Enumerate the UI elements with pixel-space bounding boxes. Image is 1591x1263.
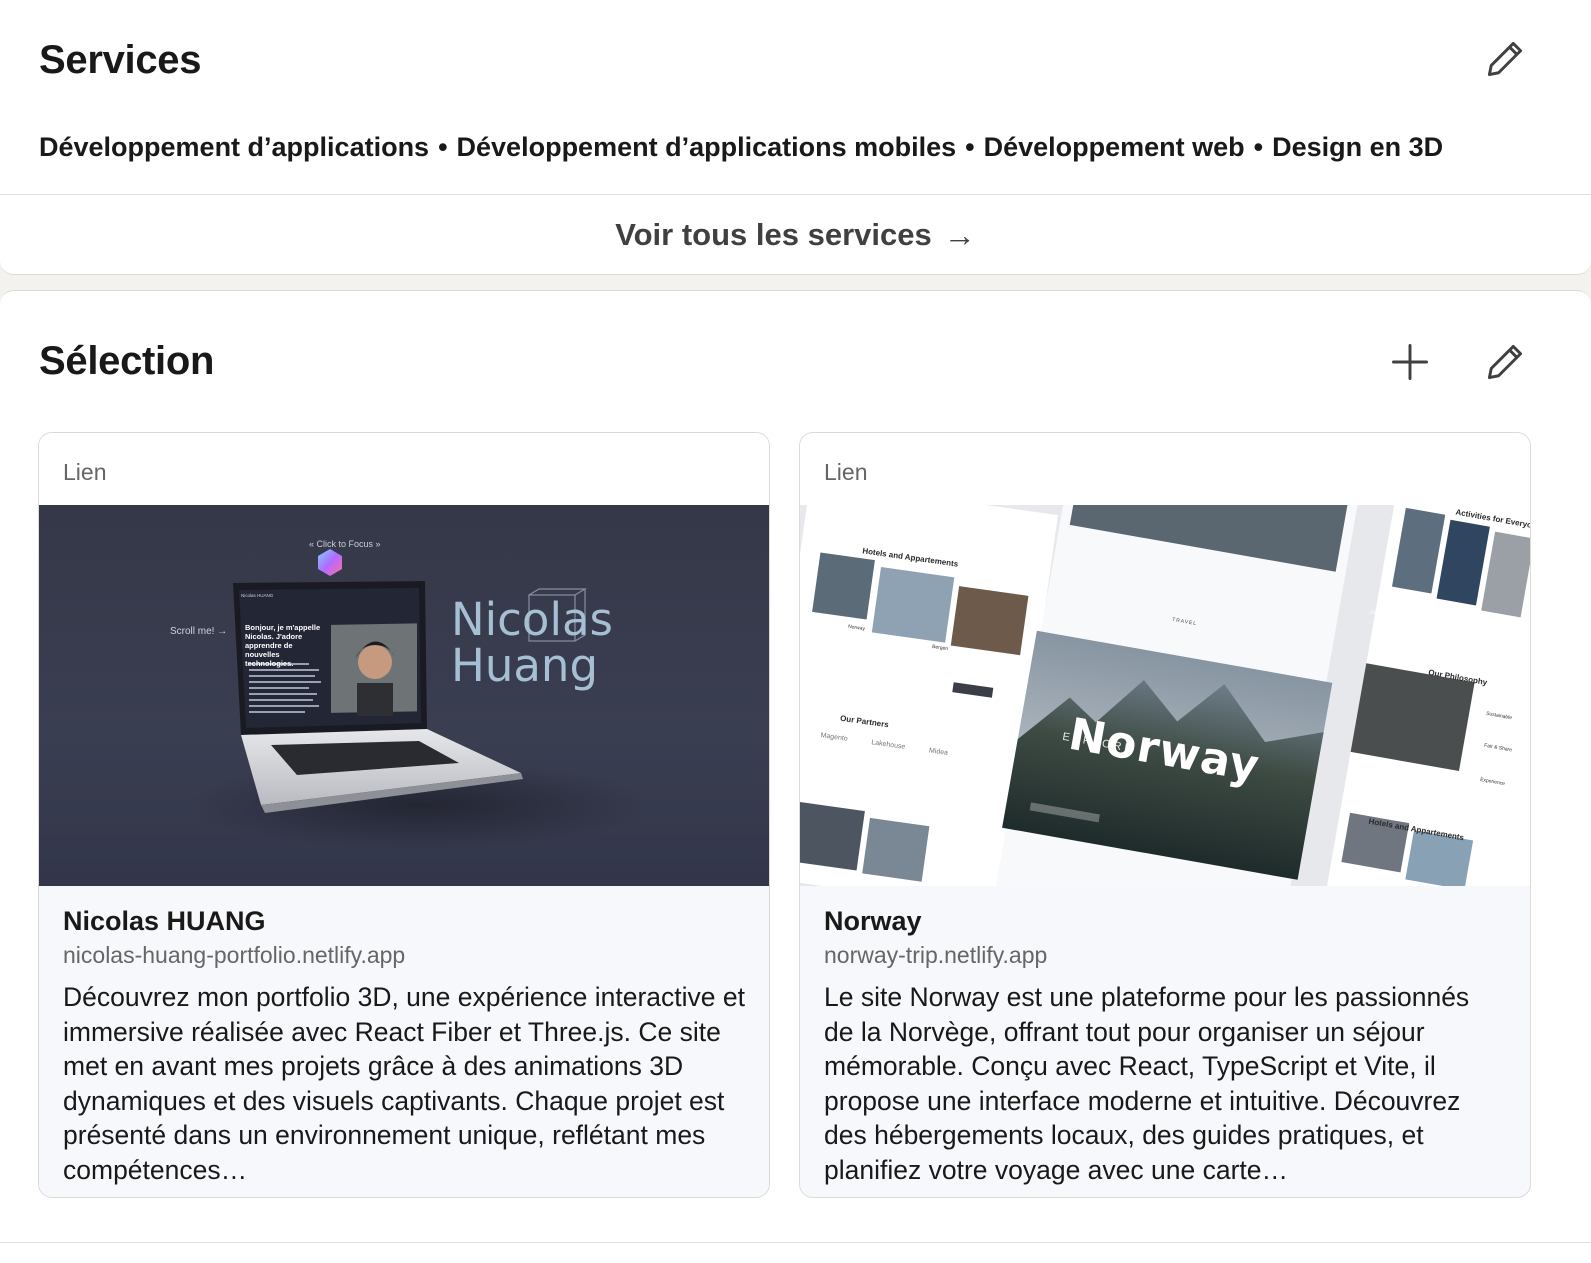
screen-nav: Nicolas HUANG — [241, 593, 274, 598]
gem-icon — [318, 549, 342, 576]
card-url: nicolas-huang-portfolio.netlify.app — [63, 942, 406, 968]
card-url: norway-trip.netlify.app — [824, 942, 1048, 968]
featured-card-norway[interactable]: Lien EXPLORE Norway Hotels and Apparteme… — [799, 432, 1531, 1198]
selection-title: Sélection — [39, 339, 215, 383]
service-item: Design en 3D — [1272, 132, 1444, 162]
featured-card-portfolio[interactable]: Lien « Click to Focus » Scroll me! → Nic… — [38, 432, 770, 1198]
service-separator: • — [965, 132, 975, 162]
screen-greeting: Bonjour, je m'appelle Nicolas. J'adore a… — [245, 623, 321, 668]
card-description: Découvrez mon portfolio 3D, une expérien… — [63, 982, 745, 1185]
edit-featured-button[interactable] — [1477, 334, 1533, 390]
card-body: Norway norway-trip.netlify.app Le site N… — [800, 886, 1530, 1187]
portfolio-name: Nicolas Huang — [451, 597, 613, 689]
divider — [0, 1242, 1591, 1243]
card-title: Norway — [824, 906, 922, 936]
arrow-right-icon: → — [943, 216, 976, 253]
services-list: Développement d’applications • Développeme… — [39, 132, 1443, 163]
service-separator: • — [1253, 132, 1264, 162]
edit-services-button[interactable] — [1477, 31, 1533, 87]
see-all-services-link[interactable]: Voir tous les services → — [0, 195, 1591, 275]
services-title: Services — [39, 38, 202, 82]
see-all-services-label: Voir tous les services — [615, 217, 932, 252]
services-section: Services Développement d’applications • Dé… — [0, 0, 1591, 275]
portfolio-name-line2: Huang — [451, 639, 599, 692]
pencil-icon — [1487, 41, 1523, 77]
service-item: Développement d’applications — [39, 132, 430, 162]
pencil-icon — [1487, 344, 1523, 380]
portfolio-name-line1: Nicolas — [451, 593, 613, 646]
portfolio-thumbnail[interactable]: « Click to Focus » Scroll me! → Nicolas … — [39, 505, 769, 886]
card-title: Nicolas HUANG — [63, 906, 266, 936]
add-featured-button[interactable] — [1382, 334, 1438, 390]
selection-section: Sélection Lien « Click to Focus » Scroll… — [0, 290, 1591, 1263]
service-item: Développement d’applications mobiles — [456, 132, 957, 162]
service-item: Développement web — [983, 132, 1245, 162]
card-type-label: Lien — [800, 433, 1530, 505]
portfolio-scene — [189, 549, 649, 850]
focus-hint: « Click to Focus » — [309, 539, 381, 549]
plus-icon — [1392, 344, 1428, 380]
service-separator: • — [438, 132, 448, 162]
scroll-hint: Scroll me! → — [170, 626, 228, 637]
card-body: Nicolas HUANG nicolas-huang-portfolio.ne… — [39, 886, 769, 1187]
norway-thumbnail[interactable]: EXPLORE Norway Hotels and Appartements O… — [800, 505, 1530, 886]
card-description: Le site Norway est une plateforme pour l… — [824, 982, 1470, 1185]
card-type-label: Lien — [39, 433, 769, 505]
